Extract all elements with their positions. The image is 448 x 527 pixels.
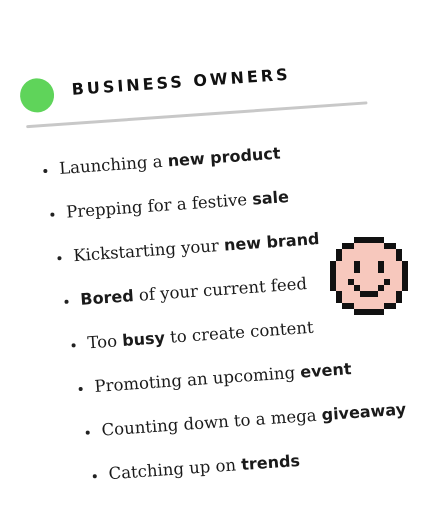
bullet-icon xyxy=(78,386,83,391)
section-heading: BUSINESS OWNERS xyxy=(71,64,292,99)
item-highlight: sale xyxy=(251,187,290,209)
bullet-icon xyxy=(71,342,76,348)
bullet-icon xyxy=(57,255,62,260)
bullet-icon xyxy=(43,168,48,173)
item-highlight: event xyxy=(299,359,353,382)
bullet-icon xyxy=(92,473,97,478)
divider xyxy=(26,101,368,129)
bullet-icon xyxy=(64,299,69,304)
item-text: Too xyxy=(86,331,123,353)
bullet-icon xyxy=(85,430,90,435)
green-circle-icon xyxy=(18,77,56,114)
pixel-smiley-face-icon xyxy=(330,237,408,315)
item-highlight: new product xyxy=(167,143,281,171)
item-highlight: Bored xyxy=(79,286,135,309)
item-text: Launching a xyxy=(58,151,169,178)
reasons-list: Launching a new product Prepping for a f… xyxy=(43,138,407,512)
item-highlight: trends xyxy=(240,450,301,474)
bullet-icon xyxy=(50,211,55,217)
item-highlight: busy xyxy=(121,328,166,350)
